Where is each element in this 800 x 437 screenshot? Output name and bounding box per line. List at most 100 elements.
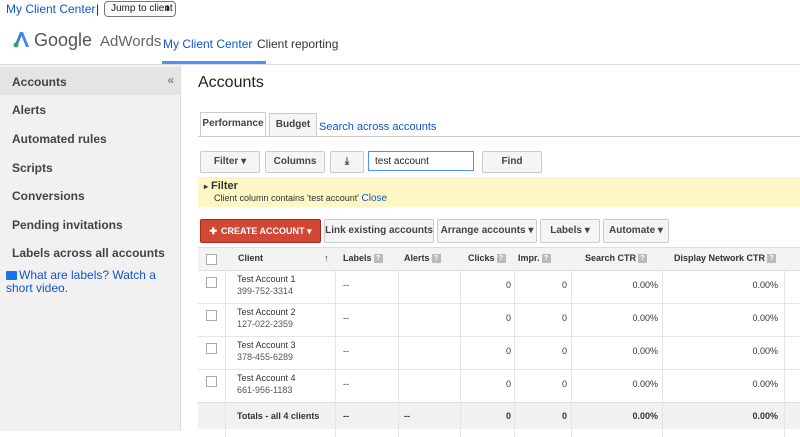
help-icon[interactable]: ? [496,254,506,264]
filter-title-text: Filter [211,180,238,192]
cell-impr: 0 [561,280,567,290]
find-button[interactable]: Find [482,151,542,173]
help-icon[interactable]: ? [541,254,551,264]
sort-up-icon[interactable]: ↑ [324,253,329,263]
cell-search-ctr: 0.00% [632,346,658,356]
client-name-link[interactable]: Test Account 3 [237,340,296,350]
cell-labels: -- [343,379,349,389]
sidebar-item-label: Automated rules [12,132,107,146]
cell-display-ctr: 0.00% [752,346,778,356]
search-across-accounts-link[interactable]: Search across accounts [319,121,436,133]
client-name-link[interactable]: Test Account 1 [237,274,296,284]
col-impr-text: Impr. [518,253,540,263]
help-icon[interactable]: ? [373,254,383,264]
col-display-ctr[interactable]: Display Network CTR? [674,253,777,264]
tab-budget[interactable]: Budget [269,113,317,136]
row-checkbox[interactable] [206,310,217,321]
totals-search-ctr: 0.00% [632,411,658,421]
table-row: Test Account 1 399-752-3314 -- 0 0 0.00%… [198,270,800,304]
col-display-ctr-text: Display Network CTR [674,253,766,263]
sidebar-item-label: Accounts [12,75,67,89]
row-checkbox[interactable] [206,277,217,288]
totals-display-ctr: 0.00% [752,411,778,421]
arrange-accounts-button[interactable]: Arrange accounts ▾ [437,219,537,243]
sidebar-item-conversions[interactable]: Conversions [0,181,180,209]
cell-impr: 0 [561,313,567,323]
totals-label: Totals - all 4 clients [237,411,320,421]
search-input[interactable]: test account [368,151,474,171]
col-search-ctr[interactable]: Search CTR? [585,253,648,264]
plus-icon: ✚ [209,226,218,236]
expand-icon: ▸ [204,182,209,191]
tab-performance[interactable]: Performance [200,112,266,137]
collapse-icon[interactable]: « [167,73,174,87]
col-alerts[interactable]: Alerts? [404,253,441,264]
nav-my-client-center[interactable]: My Client Center [163,37,252,51]
cell-labels: -- [343,280,349,290]
sidebar-item-label: Conversions [12,189,85,203]
sidebar-item-scripts[interactable]: Scripts [0,153,180,181]
separator: | [96,2,100,16]
sidebar-item-accounts[interactable]: Accounts « [0,67,180,95]
sidebar-item-alerts[interactable]: Alerts [0,95,180,123]
link-existing-accounts-button[interactable]: Link existing accounts [324,219,434,243]
cell-clicks: 0 [505,346,511,356]
client-name-link[interactable]: Test Account 2 [237,307,296,317]
cell-clicks: 0 [505,379,511,389]
nav-client-reporting[interactable]: Client reporting [257,37,338,51]
client-id: 378-455-6289 [237,352,294,362]
cell-clicks: 0 [505,313,511,323]
col-labels[interactable]: Labels? [343,253,383,264]
client-id: 127-022-2359 [237,319,294,329]
jump-to-client-select[interactable]: Jump to client ⬍ [104,1,176,17]
col-search-ctr-text: Search CTR [585,253,637,263]
select-arrow-icon: ⬍ [164,4,171,13]
close-filter-link[interactable]: Close [362,193,388,204]
logo-google-text: Google [34,30,93,50]
columns-button[interactable]: Columns [265,151,325,173]
automate-button[interactable]: Automate ▾ [603,219,669,243]
sidebar-item-automated-rules[interactable]: Automated rules [0,124,180,152]
col-clicks[interactable]: Clicks? [468,253,506,264]
help-icon[interactable]: ? [638,254,648,264]
row-checkbox[interactable] [206,376,217,387]
filter-button[interactable]: Filter ▾ [200,151,260,173]
labels-video-text: What are labels? Watch a short video. [6,268,156,295]
cell-clicks: 0 [505,280,511,290]
my-client-center-link[interactable]: My Client Center [6,2,95,16]
filter-title[interactable]: ▸ Filter [204,180,238,192]
client-id: 661-956-1183 [237,385,293,395]
filter-description: Client column contains 'test account' Cl… [214,193,387,204]
labels-video-link[interactable]: What are labels? Watch a short video. [6,269,176,295]
col-client[interactable]: Client [238,253,263,263]
create-account-button[interactable]: ✚ CREATE ACCOUNT ▾ [200,219,321,243]
row-checkbox[interactable] [206,343,217,354]
labels-button[interactable]: Labels ▾ [540,219,600,243]
main-content: Accounts Performance Budget Search acros… [181,65,800,437]
header: Google AdWords My Client Center Client r… [0,18,800,65]
col-impr[interactable]: Impr.? [518,253,551,264]
column-divider [514,269,515,437]
logo-adwords-text: AdWords [100,33,162,50]
help-icon[interactable]: ? [767,254,777,264]
cell-labels: -- [343,313,349,323]
video-icon [6,271,17,281]
download-button[interactable]: ⤓ [330,151,364,173]
column-divider [460,269,461,437]
sidebar-item-pending-invitations[interactable]: Pending invitations [0,210,180,238]
cell-display-ctr: 0.00% [752,280,778,290]
column-divider [784,269,785,437]
client-name-link[interactable]: Test Account 4 [237,373,296,383]
cell-display-ctr: 0.00% [752,379,778,389]
select-all-checkbox[interactable] [206,254,217,265]
help-icon[interactable]: ? [431,254,441,264]
sidebar-item-label: Pending invitations [12,218,123,232]
cell-display-ctr: 0.00% [752,313,778,323]
sidebar-item-labels[interactable]: Labels across all accounts [0,238,180,266]
column-divider [225,269,226,437]
page-title: Accounts [198,74,264,91]
table-header: Client ↑ Labels? Alerts? Clicks? Impr.? … [198,247,800,271]
column-divider [662,269,663,437]
totals-clicks: 0 [505,411,511,421]
totals-impr: 0 [561,411,567,421]
